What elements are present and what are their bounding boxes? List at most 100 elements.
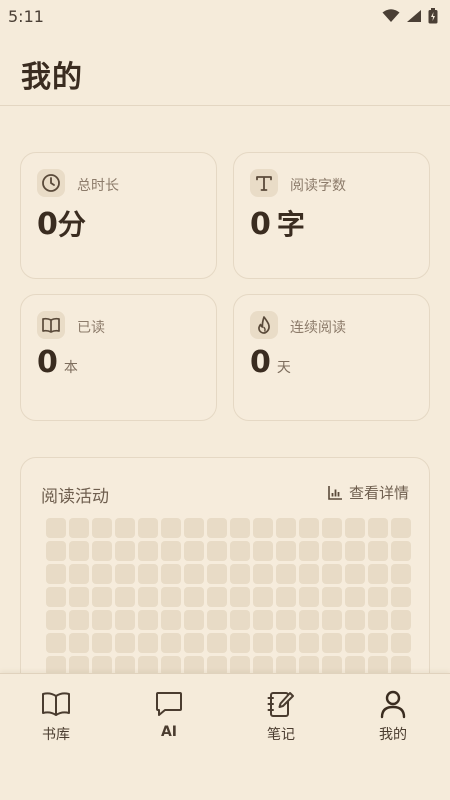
nav-item-profile[interactable]: 我的 xyxy=(353,688,433,752)
book-open-icon xyxy=(42,692,70,716)
heatmap-cell xyxy=(138,610,158,630)
stat-label: 总时长 xyxy=(77,178,119,194)
heatmap-cell xyxy=(368,610,388,630)
heatmap-cell xyxy=(161,633,181,653)
stat-unit: 分 xyxy=(57,208,86,241)
heatmap-cell xyxy=(276,610,296,630)
heatmap-cell xyxy=(299,587,319,607)
heatmap-cell xyxy=(230,610,250,630)
heatmap-cell xyxy=(276,541,296,561)
heatmap-cell xyxy=(115,587,135,607)
stat-value: 0 字 xyxy=(250,203,305,243)
clock-icon xyxy=(42,174,60,192)
heatmap-cell xyxy=(138,518,158,538)
heatmap-cell xyxy=(368,587,388,607)
heatmap-cell xyxy=(345,587,365,607)
heatmap-cell xyxy=(253,633,273,653)
stat-card-characters-read[interactable]: 阅读字数 0 字 xyxy=(233,152,430,279)
heatmap-cell xyxy=(253,587,273,607)
heatmap-cell xyxy=(230,564,250,584)
heatmap-cell xyxy=(299,518,319,538)
heatmap-cell xyxy=(391,564,411,584)
status-bar: 5:11 xyxy=(0,0,450,32)
status-time: 5:11 xyxy=(8,6,44,26)
heatmap-cell xyxy=(299,541,319,561)
view-details-button[interactable]: 查看详情 xyxy=(327,482,409,503)
heatmap-cell xyxy=(184,564,204,584)
heatmap-cell xyxy=(253,518,273,538)
stat-number: 0 xyxy=(37,345,58,380)
stat-icon-box xyxy=(37,311,65,339)
heatmap-cell xyxy=(161,610,181,630)
heatmap-cell xyxy=(391,518,411,538)
nav-label: 笔记 xyxy=(267,727,295,743)
stat-card-total-time[interactable]: 总时长 0 分 xyxy=(20,152,217,279)
heatmap-cell xyxy=(230,518,250,538)
heatmap-cell xyxy=(299,610,319,630)
heatmap-cell xyxy=(276,564,296,584)
heatmap-cell xyxy=(253,564,273,584)
nav-item-ai[interactable]: AI xyxy=(129,688,209,752)
heatmap-cell xyxy=(345,541,365,561)
heatmap-cell xyxy=(207,541,227,561)
notebook-pen-icon xyxy=(267,692,294,717)
heatmap-cell xyxy=(391,633,411,653)
page-title: 我的 xyxy=(21,60,83,95)
heatmap-cell xyxy=(184,610,204,630)
heatmap-cell xyxy=(92,541,112,561)
nav-item-notes[interactable]: 笔记 xyxy=(241,688,321,752)
battery-icon xyxy=(428,8,438,24)
heatmap-cell xyxy=(161,518,181,538)
heatmap-cell xyxy=(253,610,273,630)
stat-card-books-read[interactable]: 已读 0 本 xyxy=(20,294,217,421)
stat-card-reading-streak[interactable]: 连续阅读 0 天 xyxy=(233,294,430,421)
heatmap-cell xyxy=(207,633,227,653)
heatmap-cell xyxy=(322,610,342,630)
heatmap-cell xyxy=(115,518,135,538)
heatmap-cell xyxy=(345,633,365,653)
heatmap-cell xyxy=(276,518,296,538)
heatmap-cell xyxy=(345,518,365,538)
stat-value: 0 天 xyxy=(250,345,291,380)
nav-item-library[interactable]: 书库 xyxy=(16,688,96,752)
heatmap-cell xyxy=(230,587,250,607)
heatmap-cell xyxy=(92,633,112,653)
heatmap-cell xyxy=(69,541,89,561)
stat-label: 已读 xyxy=(77,320,105,336)
heatmap-cell xyxy=(368,541,388,561)
book-icon xyxy=(42,317,60,333)
stat-unit: 字 xyxy=(276,208,305,241)
heatmap-cell xyxy=(368,633,388,653)
heatmap-cell xyxy=(115,541,135,561)
heatmap-cell xyxy=(230,541,250,561)
heatmap-cell xyxy=(207,564,227,584)
heatmap-cell xyxy=(69,610,89,630)
heatmap-cell xyxy=(184,633,204,653)
nav-label: AI xyxy=(160,724,178,740)
heatmap-cell xyxy=(46,541,66,561)
heatmap-cell xyxy=(69,518,89,538)
status-icons xyxy=(382,8,438,24)
heatmap-cell xyxy=(46,564,66,584)
stat-icon-box xyxy=(250,169,278,197)
page-header: 我的 xyxy=(0,32,450,106)
heatmap-cell xyxy=(391,587,411,607)
stat-value: 0 本 xyxy=(37,345,78,380)
stat-number: 0 xyxy=(250,345,271,380)
stat-unit: 本 xyxy=(63,360,78,376)
heatmap-cell xyxy=(46,610,66,630)
heatmap-cell xyxy=(184,518,204,538)
heatmap-cell xyxy=(69,587,89,607)
heatmap-cell xyxy=(345,610,365,630)
heatmap-cell xyxy=(46,633,66,653)
heatmap-cell xyxy=(161,564,181,584)
heatmap-cell xyxy=(276,587,296,607)
heatmap-cell xyxy=(322,633,342,653)
heatmap-cell xyxy=(207,610,227,630)
reading-heatmap xyxy=(46,518,411,676)
heatmap-cell xyxy=(391,610,411,630)
heatmap-cell xyxy=(69,633,89,653)
bottom-navigation: 书库 AI 笔记 我的 xyxy=(0,673,450,800)
heatmap-cell xyxy=(161,587,181,607)
heatmap-cell xyxy=(299,633,319,653)
